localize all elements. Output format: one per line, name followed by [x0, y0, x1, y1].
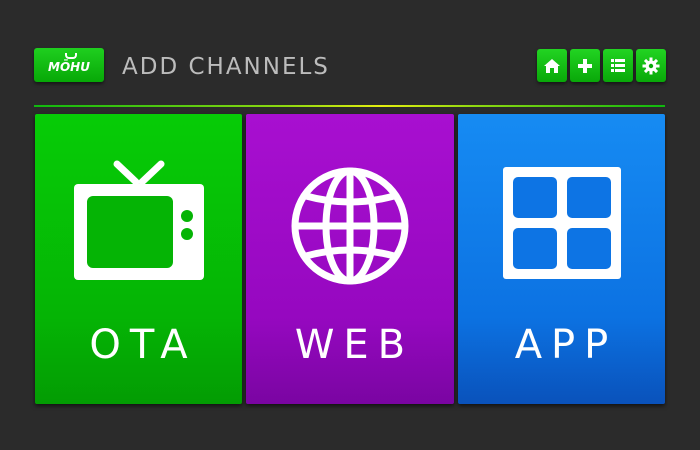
header-divider [34, 105, 665, 107]
settings-button[interactable] [636, 49, 666, 82]
list-icon [611, 59, 625, 72]
tile-app[interactable]: APP [458, 114, 665, 404]
globe-icon [291, 167, 409, 285]
nav-button-group [537, 49, 666, 83]
tile-label-web: WEB [294, 322, 415, 368]
tile-label-app: APP [514, 322, 618, 368]
tile-web[interactable]: WEB [246, 114, 454, 404]
gear-icon [642, 57, 660, 74]
grid-icon [503, 167, 621, 279]
home-button[interactable] [537, 49, 567, 82]
add-button[interactable] [570, 49, 600, 82]
top-bar: MŌHU ADD CHANNELS [0, 0, 700, 105]
plus-icon [578, 58, 592, 73]
page-title: ADD CHANNELS [122, 54, 330, 80]
mohu-logo-icon [65, 53, 77, 59]
list-button[interactable] [603, 49, 633, 82]
tile-label-ota: OTA [89, 322, 197, 368]
mohu-logo-button[interactable]: MŌHU [34, 48, 104, 82]
tv-icon [74, 160, 204, 280]
tile-ota[interactable]: OTA [35, 114, 242, 404]
home-icon [544, 58, 560, 73]
logo-text: MŌHU [48, 60, 90, 74]
